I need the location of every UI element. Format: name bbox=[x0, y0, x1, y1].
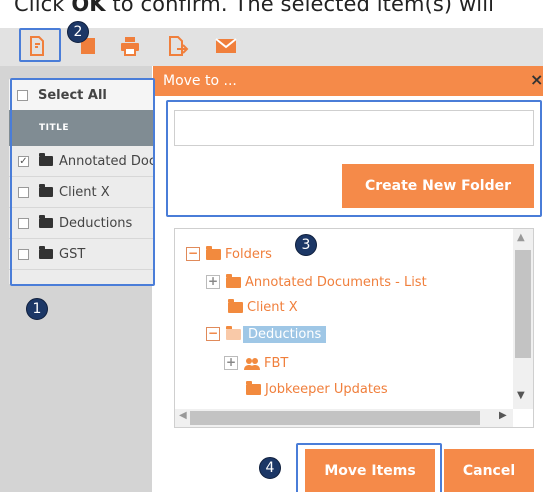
tree-node-label: Deductions bbox=[243, 325, 327, 343]
folder-icon bbox=[228, 298, 243, 313]
tree-node-label: Jobkeeper Updates bbox=[265, 381, 388, 397]
tree-node-label: Annotated Documents - List bbox=[245, 274, 427, 290]
highlight-box-move-button bbox=[296, 443, 442, 492]
instruction-suffix: to confirm. The selected item(s) will bbox=[105, 0, 495, 16]
folder-icon bbox=[226, 273, 241, 288]
collapse-toggle[interactable]: − bbox=[206, 327, 220, 341]
instruction-prefix: Click bbox=[14, 0, 72, 16]
callout-badge: 4 bbox=[259, 457, 281, 479]
scroll-right-icon[interactable]: ▶ bbox=[499, 410, 507, 421]
scroll-left-icon[interactable]: ◀ bbox=[179, 410, 187, 421]
callout-badge: 1 bbox=[26, 298, 48, 320]
expand-toggle[interactable]: + bbox=[224, 356, 238, 370]
tree-node[interactable]: + Annotated Documents - List bbox=[206, 272, 427, 292]
tree-node[interactable]: Client X bbox=[228, 297, 298, 317]
dialog-header: Move to ... bbox=[153, 66, 543, 96]
tree-node[interactable]: + FBT bbox=[224, 353, 288, 373]
cancel-button[interactable]: Cancel bbox=[444, 449, 534, 492]
tree-node-label: FBT bbox=[264, 355, 289, 371]
email-icon[interactable] bbox=[211, 32, 241, 60]
highlight-box-table bbox=[10, 78, 155, 286]
users-icon bbox=[244, 357, 260, 370]
horizontal-scroll-thumb[interactable] bbox=[190, 411, 480, 425]
tree-node-root[interactable]: − Folders bbox=[186, 244, 272, 264]
dialog-title: Move to ... bbox=[163, 73, 237, 89]
instruction-text: Click OK to confirm. The selected item(s… bbox=[14, 0, 494, 16]
folder-icon bbox=[226, 325, 241, 340]
folder-icon bbox=[206, 245, 221, 260]
tree-node-label: Folders bbox=[225, 246, 272, 262]
tree-node-selected[interactable]: − Deductions bbox=[206, 324, 327, 344]
folder-icon bbox=[246, 380, 261, 395]
collapse-toggle[interactable]: − bbox=[186, 247, 200, 261]
print-icon[interactable] bbox=[115, 32, 145, 60]
callout-badge: 2 bbox=[67, 21, 89, 43]
tree-node-label: Client X bbox=[247, 299, 298, 315]
export-doc-icon[interactable] bbox=[163, 32, 193, 60]
tree-node[interactable]: Jobkeeper Updates bbox=[246, 379, 388, 399]
instruction-ok: OK bbox=[71, 0, 106, 16]
close-icon[interactable]: × bbox=[530, 70, 543, 89]
expand-toggle[interactable]: + bbox=[206, 275, 220, 289]
vertical-scroll-thumb[interactable] bbox=[515, 250, 531, 358]
scroll-down-icon[interactable]: ▼ bbox=[517, 390, 525, 401]
highlight-box-toolbar bbox=[19, 28, 61, 62]
callout-badge: 3 bbox=[295, 234, 317, 256]
scroll-up-icon[interactable]: ▲ bbox=[517, 232, 525, 243]
highlight-box-create-folder bbox=[166, 100, 542, 217]
